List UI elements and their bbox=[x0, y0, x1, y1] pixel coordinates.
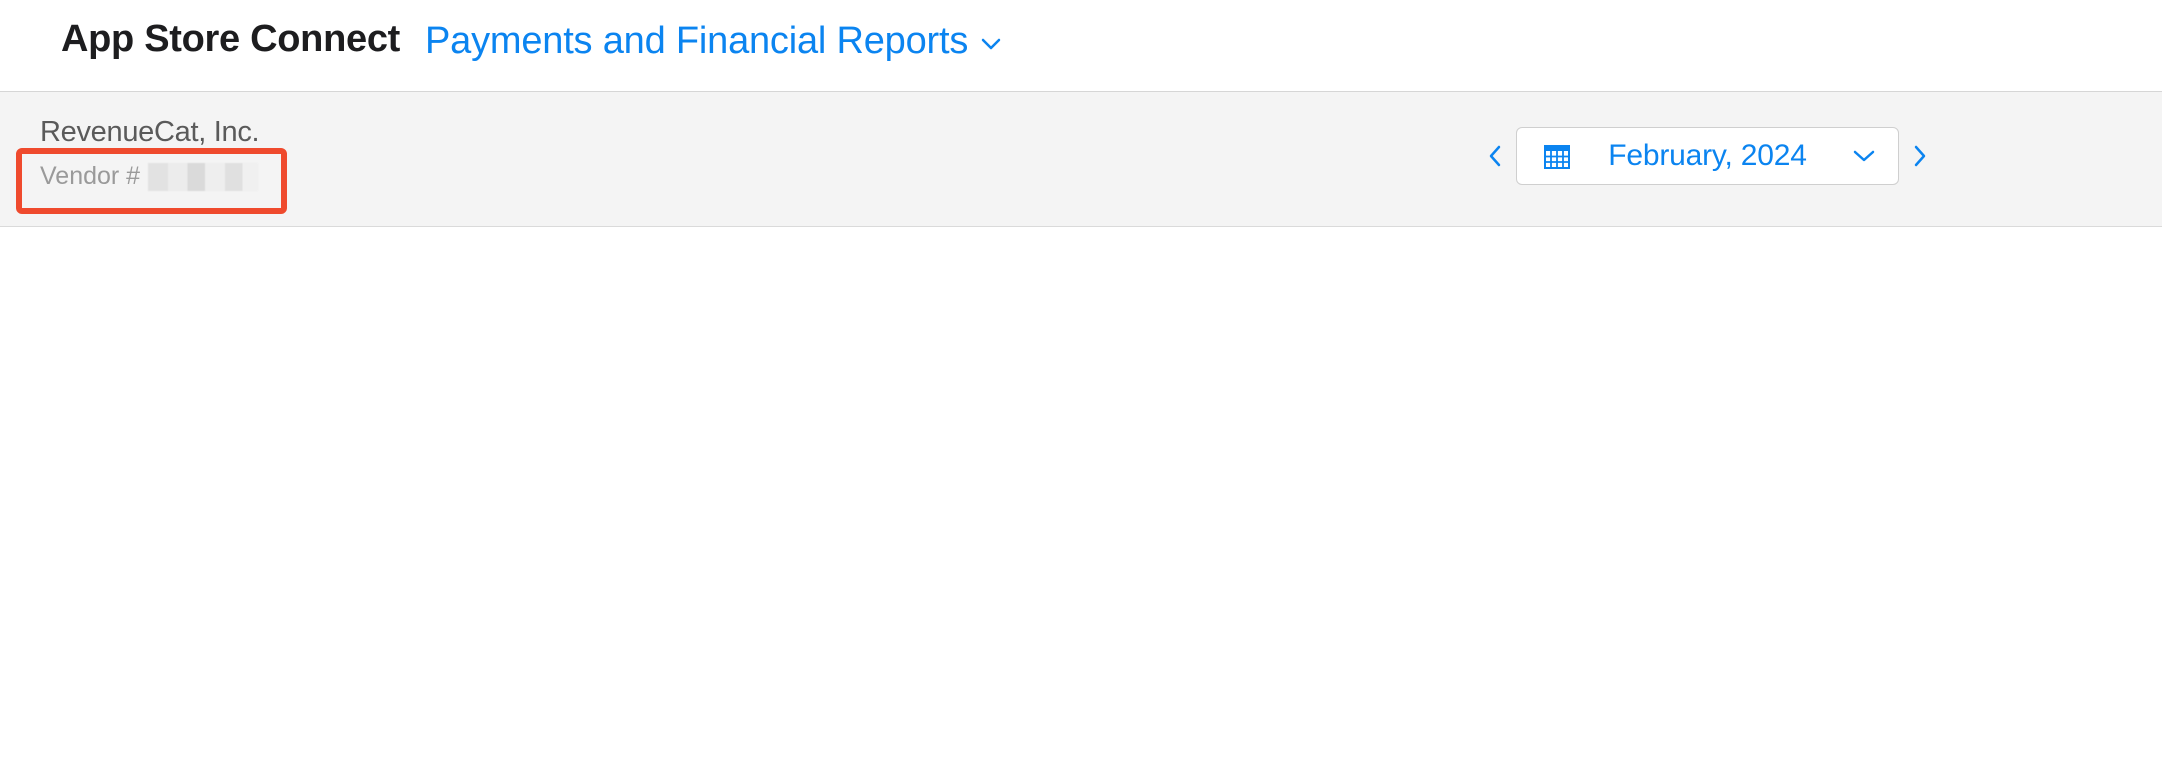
top-navigation-bar: App Store Connect Payments and Financial… bbox=[0, 0, 2162, 92]
chevron-down-icon bbox=[1853, 150, 1875, 162]
app-title[interactable]: App Store Connect bbox=[61, 18, 400, 61]
account-period-bar: RevenueCat, Inc. Vendor # February, 2024 bbox=[0, 92, 2162, 227]
section-menu-button[interactable]: Payments and Financial Reports bbox=[425, 20, 1002, 63]
vendor-highlight-annotation bbox=[16, 148, 287, 214]
section-menu-label: Payments and Financial Reports bbox=[425, 20, 969, 62]
chevron-left-icon bbox=[1489, 145, 1501, 167]
organization-name: RevenueCat, Inc. bbox=[40, 116, 260, 148]
selected-period: February, 2024 bbox=[1608, 139, 1807, 172]
previous-period-button[interactable] bbox=[1480, 126, 1510, 186]
period-navigator: February, 2024 bbox=[1480, 126, 1935, 186]
period-select[interactable]: February, 2024 bbox=[1516, 127, 1899, 185]
chevron-down-icon bbox=[981, 38, 1001, 49]
chevron-right-icon bbox=[1914, 145, 1926, 167]
next-period-button[interactable] bbox=[1905, 126, 1935, 186]
